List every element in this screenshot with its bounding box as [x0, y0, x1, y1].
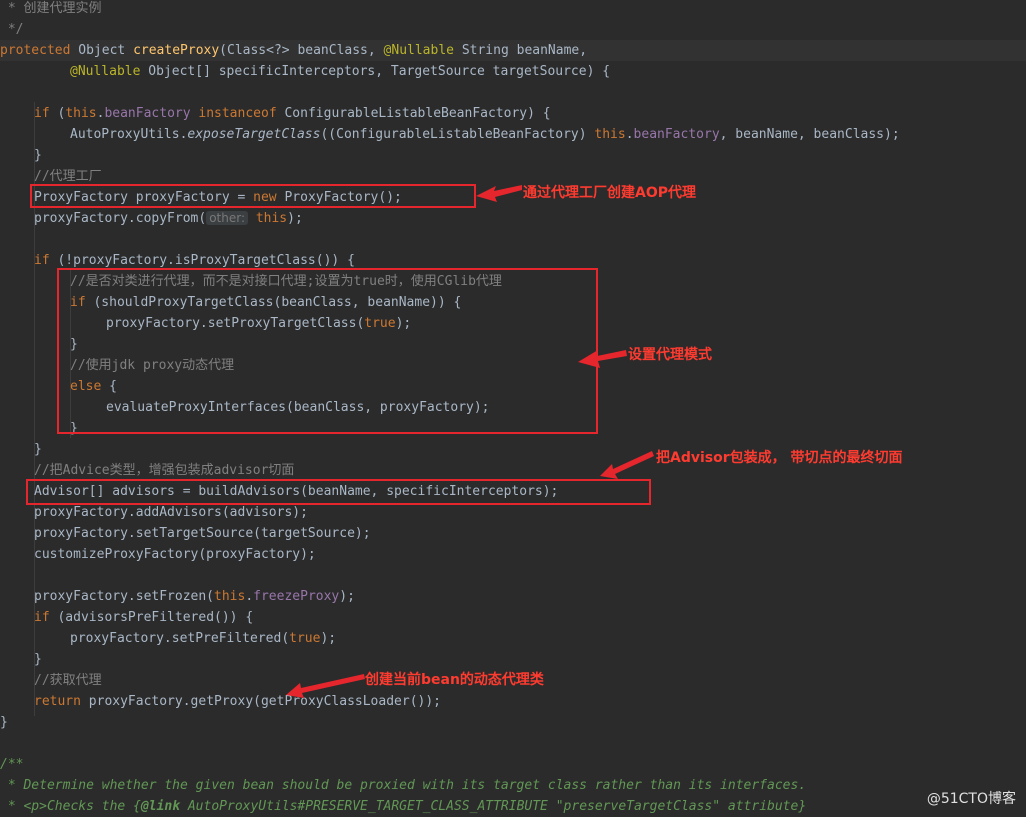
code-line: return proxyFactory.getProxy(getProxyCla…	[34, 694, 441, 709]
highlight-box-advisors	[26, 479, 651, 505]
code-line: //获取代理	[34, 673, 102, 688]
watermark: @51CTO博客	[926, 791, 1016, 807]
code-line-current: protected Object createProxy(Class<?> be…	[0, 40, 1026, 61]
parameter-hint: other:	[206, 211, 248, 225]
code-line: proxyFactory.setFrozen(this.freezeProxy)…	[34, 589, 355, 604]
annotation-note: 通过代理工厂创建AOP代理	[523, 185, 696, 201]
code-line: }	[0, 715, 8, 730]
code-line: }	[34, 442, 42, 457]
code-line: @Nullable Object[] specificInterceptors,…	[70, 64, 611, 79]
annotation-note: 创建当前bean的动态代理类	[365, 672, 544, 688]
code-line: }	[34, 652, 42, 667]
code-line: if (this.beanFactory instanceof Configur…	[34, 106, 551, 121]
code-line: /**	[0, 757, 24, 772]
code-line: if (advisorsPreFiltered()) {	[34, 610, 254, 625]
code-line: customizeProxyFactory(proxyFactory);	[34, 547, 316, 562]
code-line: proxyFactory.setTargetSource(targetSourc…	[34, 526, 371, 541]
annotation-note: 设置代理模式	[628, 347, 712, 363]
highlight-box-proxy-factory	[30, 184, 476, 208]
code-line: * Determine whether the given bean shoul…	[0, 778, 807, 793]
highlight-box-proxy-mode	[57, 268, 598, 434]
code-line: //把Advice类型，增强包装成advisor切面	[34, 463, 295, 478]
code-line: proxyFactory.addAdvisors(advisors);	[34, 505, 308, 520]
code-line: */	[0, 22, 24, 37]
annotation-note: 把Advisor包装成， 带切点的最终切面	[656, 450, 903, 466]
code-line: AutoProxyUtils.exposeTargetClass((Config…	[70, 127, 900, 142]
code-line: * 创建代理实例	[0, 1, 102, 16]
code-line: proxyFactory.setPreFiltered(true);	[70, 631, 337, 646]
code-line: proxyFactory.copyFrom(other: this);	[34, 211, 303, 226]
code-line: }	[34, 148, 42, 163]
